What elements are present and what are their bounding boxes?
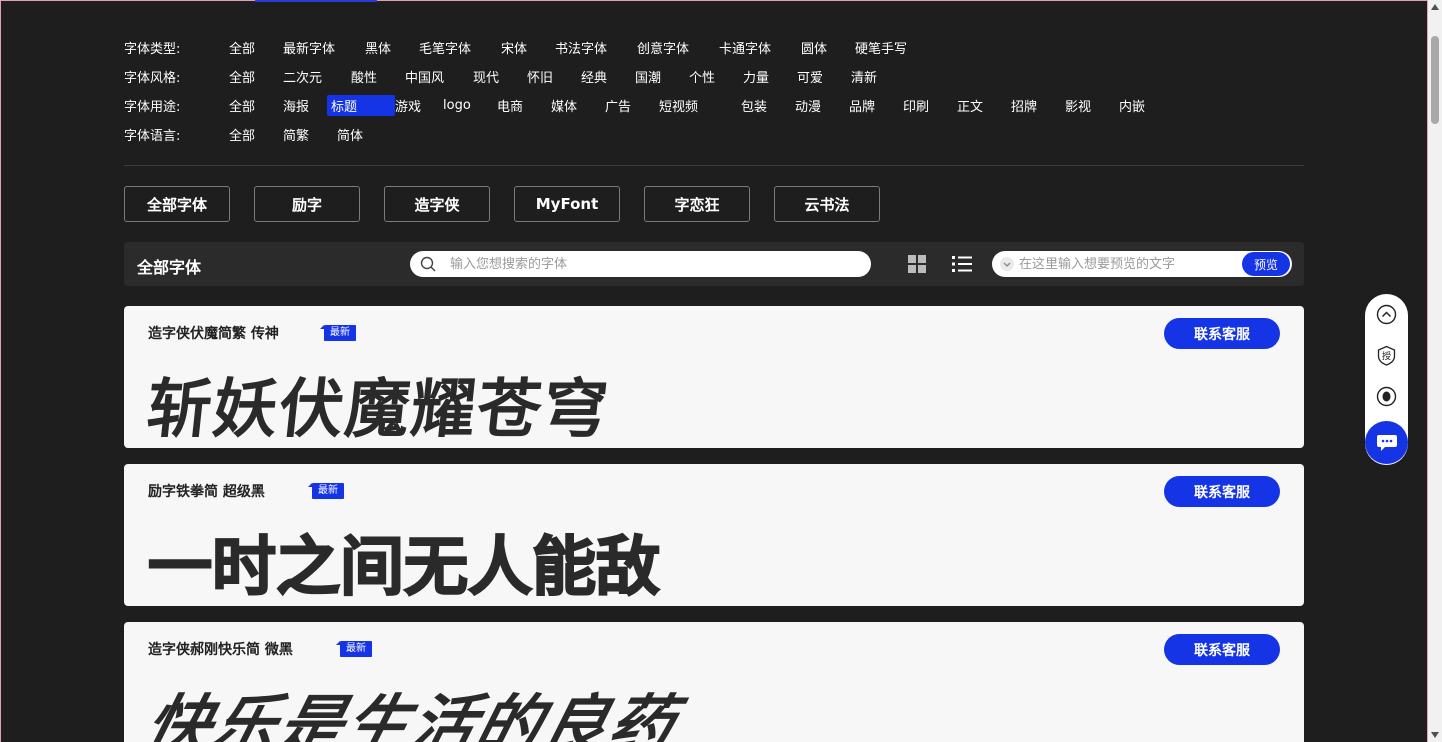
authorize-icon[interactable]: 授 <box>1376 345 1397 366</box>
filter-label: 字体风格: <box>124 71 181 86</box>
filter-option[interactable]: 招牌 <box>1007 95 1065 116</box>
filter-option[interactable]: 印刷 <box>899 95 957 116</box>
filter-option[interactable]: 包装 <box>737 95 795 116</box>
new-badge: 最新 <box>320 325 356 341</box>
filter-option[interactable]: 短视频 <box>655 95 741 116</box>
contact-support-button[interactable]: 联系客服 <box>1164 318 1280 349</box>
filter-option[interactable]: 国潮 <box>631 66 689 87</box>
scroll-top-icon[interactable] <box>1376 304 1397 325</box>
font-toolbar: 全部字体 预览 <box>124 242 1304 286</box>
filter-label: 字体用途: <box>124 100 181 115</box>
source-tab[interactable]: 字恋狂 <box>644 186 750 222</box>
filter-option[interactable]: 全部 <box>225 66 283 87</box>
filter-option[interactable]: 现代 <box>469 66 527 87</box>
grid-view-icon[interactable] <box>907 254 927 274</box>
filter-option[interactable]: 简繁 <box>279 124 337 145</box>
filter-option[interactable]: 海报 <box>279 95 331 116</box>
filter-option[interactable]: 圆体 <box>797 37 855 58</box>
filter-option[interactable]: 卡通字体 <box>715 37 801 58</box>
filter-option[interactable]: 游戏 <box>391 95 443 116</box>
filter-option[interactable]: logo <box>439 97 497 114</box>
font-card[interactable]: 造字侠郝刚快乐简 微黑 最新 联系客服快乐是生活的良药 <box>124 622 1304 742</box>
filter-option[interactable]: 力量 <box>739 66 797 87</box>
font-card[interactable]: 励字铁拳简 超级黑 最新 联系客服一时之间无人能敌 <box>124 464 1304 606</box>
filter-row: 字体语言: 全部 简繁 简体 <box>124 120 1173 149</box>
font-name[interactable]: 造字侠郝刚快乐简 微黑 <box>148 639 293 659</box>
font-preview-text[interactable]: 一时之间无人能敌 <box>147 516 661 606</box>
filter-option[interactable]: 黑体 <box>361 37 419 58</box>
filter-panel: 字体类型: 全部 最新字体 黑体 毛笔字体 宋体 书法字体 创意字体 卡通字体 圆体 硬笔手写 字体风… <box>124 33 1173 149</box>
search-icon <box>420 256 436 272</box>
filter-option[interactable]: 全部 <box>225 124 283 145</box>
contact-support-button[interactable]: 联系客服 <box>1164 634 1280 665</box>
scroll-down-arrow[interactable] <box>1431 732 1439 738</box>
font-card[interactable]: 造字侠伏魔简繁 传神 最新 联系客服斩妖伏魔耀苍穹 <box>124 306 1304 448</box>
filter-option[interactable]: 怀旧 <box>523 66 581 87</box>
filter-option[interactable]: 经典 <box>577 66 635 87</box>
filter-row: 字体用途: 全部 海报 标题 游戏 logo 电商 媒体 广告 短视频 包装 动漫 品牌 印刷 正文 招牌 影视… <box>124 91 1173 120</box>
font-name[interactable]: 励字铁拳简 超级黑 <box>148 481 265 501</box>
source-tab[interactable]: 造字侠 <box>384 186 490 222</box>
source-tab[interactable]: MyFont <box>514 186 620 222</box>
filter-option[interactable]: 清新 <box>847 66 905 87</box>
filter-option[interactable]: 可爱 <box>793 66 851 87</box>
search-box[interactable] <box>410 251 871 277</box>
preview-box[interactable]: 预览 <box>992 251 1292 277</box>
preview-button[interactable]: 预览 <box>1242 252 1290 276</box>
filter-option[interactable]: 全部 <box>225 37 283 58</box>
filter-option[interactable]: 正文 <box>953 95 1011 116</box>
font-name[interactable]: 造字侠伏魔简繁 传神 <box>148 323 279 343</box>
filter-option[interactable]: 品牌 <box>845 95 903 116</box>
filter-option[interactable]: 媒体 <box>547 95 605 116</box>
filter-option[interactable]: 全部 <box>225 95 283 116</box>
filter-option[interactable]: 标题 <box>327 95 395 116</box>
qq-icon[interactable] <box>1376 386 1397 407</box>
source-tab[interactable]: 全部字体 <box>124 186 230 222</box>
filter-option[interactable]: 简体 <box>333 124 391 145</box>
filter-option[interactable]: 硬笔手写 <box>851 37 911 58</box>
scroll-up-arrow[interactable] <box>1431 4 1439 10</box>
authorize-label: 授 <box>1382 350 1391 362</box>
filter-option[interactable]: 最新字体 <box>279 37 365 58</box>
toolbar-title: 全部字体 <box>137 258 202 277</box>
preview-text-input[interactable] <box>1019 254 1239 274</box>
filter-option[interactable]: 广告 <box>601 95 659 116</box>
filter-option[interactable]: 影视 <box>1061 95 1119 116</box>
filter-option[interactable]: 书法字体 <box>551 37 637 58</box>
filter-option[interactable]: 动漫 <box>791 95 849 116</box>
scroll-thumb[interactable] <box>1431 36 1439 124</box>
filter-option[interactable]: 电商 <box>493 95 551 116</box>
chat-icon <box>1376 434 1397 451</box>
filter-option[interactable]: 宋体 <box>497 37 555 58</box>
filter-option[interactable]: 酸性 <box>347 66 405 87</box>
font-preview-text[interactable]: 斩妖伏魔耀苍穹 <box>143 358 615 448</box>
filter-divider <box>124 165 1304 166</box>
source-tabs: 全部字体 励字 造字侠 MyFont 字恋狂 云书法 <box>124 186 904 222</box>
filter-option[interactable]: 创意字体 <box>633 37 719 58</box>
chevron-down-icon[interactable] <box>999 256 1015 272</box>
filter-option[interactable]: 内嵌 <box>1115 95 1173 116</box>
search-input[interactable] <box>450 254 850 274</box>
new-badge: 最新 <box>336 641 372 657</box>
filter-option[interactable]: 二次元 <box>279 66 351 87</box>
filter-option[interactable]: 毛笔字体 <box>415 37 501 58</box>
scrollbar[interactable] <box>1428 0 1442 742</box>
filter-label: 字体语言: <box>124 129 181 144</box>
source-tab[interactable]: 励字 <box>254 186 360 222</box>
filter-label: 字体类型: <box>124 42 181 57</box>
filter-row: 字体风格: 全部 二次元 酸性 中国风 现代 怀旧 经典 国潮 个性 力量 可爱 清新 <box>124 62 1173 91</box>
list-view-icon[interactable] <box>951 254 973 274</box>
source-tab[interactable]: 云书法 <box>774 186 880 222</box>
filter-option[interactable]: 中国风 <box>401 66 473 87</box>
filter-option[interactable]: 个性 <box>685 66 743 87</box>
chat-button[interactable] <box>1365 421 1408 464</box>
top-accent-bar <box>255 0 377 2</box>
contact-support-button[interactable]: 联系客服 <box>1164 476 1280 507</box>
filter-row: 字体类型: 全部 最新字体 黑体 毛笔字体 宋体 书法字体 创意字体 卡通字体 圆体 硬笔手写 <box>124 33 1173 62</box>
new-badge: 最新 <box>308 483 344 499</box>
font-preview-text[interactable]: 快乐是生活的良药 <box>137 674 688 742</box>
